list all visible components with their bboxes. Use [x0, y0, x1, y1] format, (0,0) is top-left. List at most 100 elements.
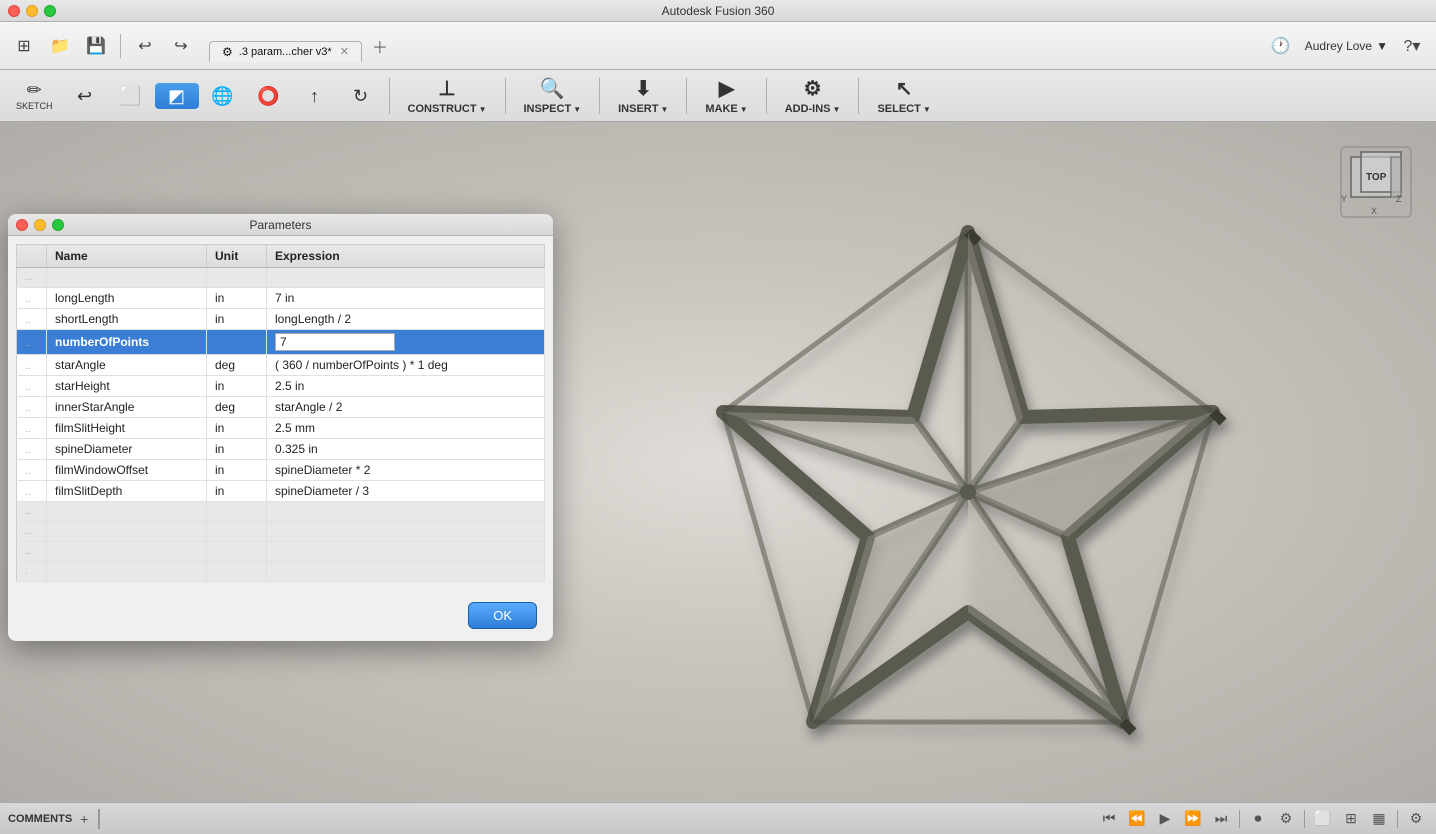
axis-cube[interactable]: TOP Z Y X: [1336, 142, 1416, 222]
cylinder-btn[interactable]: ⭕: [247, 83, 291, 109]
history-button[interactable]: 🕐: [1265, 30, 1297, 62]
playback-play-btn[interactable]: ▶: [1153, 807, 1177, 831]
add-comment-button[interactable]: +: [80, 811, 88, 827]
insert-menu[interactable]: ⬇ INSERT ▼: [606, 72, 680, 119]
make-label: MAKE: [705, 103, 737, 115]
param-expression[interactable]: starAngle / 2: [267, 397, 545, 418]
col-name-header: Name: [47, 245, 207, 268]
param-expression[interactable]: longLength / 2: [267, 309, 545, 330]
extrude-btn[interactable]: ↑: [293, 83, 337, 109]
row-drag: ..: [17, 376, 47, 397]
param-name[interactable]: shortLength: [47, 309, 207, 330]
view-btn-2[interactable]: ⊞: [1339, 807, 1363, 831]
param-unit: [207, 330, 267, 355]
redo-button[interactable]: ↪: [165, 30, 197, 62]
param-name[interactable]: filmSlitHeight: [47, 418, 207, 439]
sphere-icon: 🌐: [211, 87, 233, 105]
group-expr: [267, 542, 545, 562]
playback-end-btn[interactable]: ⏭: [1209, 807, 1233, 831]
status-divider-3: [1304, 810, 1305, 828]
param-name[interactable]: longLength: [47, 288, 207, 309]
col-name-header: [17, 245, 47, 268]
playback-next-btn[interactable]: ⏩: [1181, 807, 1205, 831]
svg-text:Z: Z: [1396, 194, 1402, 204]
revolve-btn[interactable]: ↻: [339, 83, 383, 109]
status-divider-4: [1397, 810, 1398, 828]
param-expression[interactable]: [267, 330, 545, 355]
param-expression[interactable]: 0.325 in: [267, 439, 545, 460]
grid-button[interactable]: ⊞: [8, 30, 40, 62]
construct-menu[interactable]: ⊥ CONSTRUCT ▼: [396, 72, 499, 119]
inspect-menu[interactable]: 🔍 INSPECT ▼: [512, 72, 594, 119]
close-button[interactable]: [8, 5, 20, 17]
param-name[interactable]: filmSlitDepth: [47, 481, 207, 502]
timeline-record-btn[interactable]: ⏺: [1246, 807, 1270, 831]
file-button[interactable]: 📁: [44, 30, 76, 62]
param-unit: deg: [207, 397, 267, 418]
select-label: SELECT: [877, 103, 920, 115]
playback-prev-btn[interactable]: ⏪: [1125, 807, 1149, 831]
dialog-minimize-btn[interactable]: [34, 219, 46, 231]
sphere-btn[interactable]: 🌐: [201, 83, 245, 109]
cylinder-icon: ⭕: [257, 87, 279, 105]
minimize-button[interactable]: [26, 5, 38, 17]
save-button[interactable]: 💾: [80, 30, 112, 62]
active-tab[interactable]: ⚙ .3 param...cher v3* ✕: [209, 41, 362, 62]
new-tab-button[interactable]: ＋: [364, 30, 396, 62]
user-info[interactable]: Audrey Love ▼: [1305, 39, 1388, 53]
status-divider-1: [98, 809, 100, 829]
comments-panel[interactable]: COMMENTS: [8, 813, 72, 825]
active-tool-btn[interactable]: ◩: [155, 83, 199, 109]
settings-gear-btn[interactable]: ⚙: [1404, 807, 1428, 831]
select-menu[interactable]: ↖ SELECT ▼: [865, 72, 942, 119]
help-button[interactable]: ?▾: [1396, 30, 1428, 62]
timeline-settings-btn[interactable]: ⚙: [1274, 807, 1298, 831]
playback-start-btn[interactable]: ⏮: [1097, 807, 1121, 831]
param-expression[interactable]: 2.5 in: [267, 376, 545, 397]
expression-input[interactable]: [275, 333, 395, 351]
param-name[interactable]: starAngle: [47, 355, 207, 376]
return-btn[interactable]: ↩: [63, 83, 107, 109]
param-name[interactable]: spineDiameter: [47, 439, 207, 460]
row-drag: ..: [17, 418, 47, 439]
toolbar2-sep-3: [599, 78, 600, 114]
box-btn[interactable]: ⬜: [109, 83, 153, 109]
addins-menu[interactable]: ⚙ ADD-INS ▼: [773, 72, 853, 119]
view-btn-1[interactable]: ⬜: [1311, 807, 1335, 831]
dialog-close-btn[interactable]: [16, 219, 28, 231]
comments-label: COMMENTS: [8, 813, 72, 825]
param-expression[interactable]: ( 360 / numberOfPoints ) * 1 deg: [267, 355, 545, 376]
param-name[interactable]: numberOfPoints: [47, 330, 207, 355]
dialog-title: Parameters: [249, 218, 311, 232]
undo-button[interactable]: ↩: [129, 30, 161, 62]
group-unit: [207, 562, 267, 582]
param-expression[interactable]: spineDiameter * 2: [267, 460, 545, 481]
param-name[interactable]: filmWindowOffset: [47, 460, 207, 481]
ok-button[interactable]: OK: [468, 602, 537, 629]
maximize-button[interactable]: [44, 5, 56, 17]
param-name[interactable]: innerStarAngle: [47, 397, 207, 418]
toolbar2-sep-5: [766, 78, 767, 114]
sketch-btn[interactable]: ✏ SKETCH: [8, 77, 61, 115]
param-expression[interactable]: spineDiameter / 3: [267, 481, 545, 502]
row-drag: ..: [17, 481, 47, 502]
user-name: Audrey Love: [1305, 39, 1372, 53]
param-expression[interactable]: 2.5 mm: [267, 418, 545, 439]
make-arrow: ▼: [740, 105, 748, 114]
dialog-maximize-btn[interactable]: [52, 219, 64, 231]
inspect-arrow: ▼: [573, 105, 581, 114]
insert-arrow: ▼: [660, 105, 668, 114]
group-name: [47, 502, 207, 522]
tab-close-button[interactable]: ✕: [340, 45, 349, 58]
group-name: [47, 268, 207, 288]
view-btn-3[interactable]: ▦: [1367, 807, 1391, 831]
param-name[interactable]: starHeight: [47, 376, 207, 397]
dialog-titlebar[interactable]: Parameters: [8, 214, 553, 236]
row-drag: ..: [17, 330, 47, 355]
group-name: [47, 542, 207, 562]
dialog-footer: OK: [8, 590, 553, 641]
parameters-dialog[interactable]: Parameters Name Unit Expression ...: [8, 214, 553, 641]
make-menu[interactable]: ▶ MAKE ▼: [693, 72, 759, 119]
param-expression[interactable]: 7 in: [267, 288, 545, 309]
param-unit: in: [207, 439, 267, 460]
